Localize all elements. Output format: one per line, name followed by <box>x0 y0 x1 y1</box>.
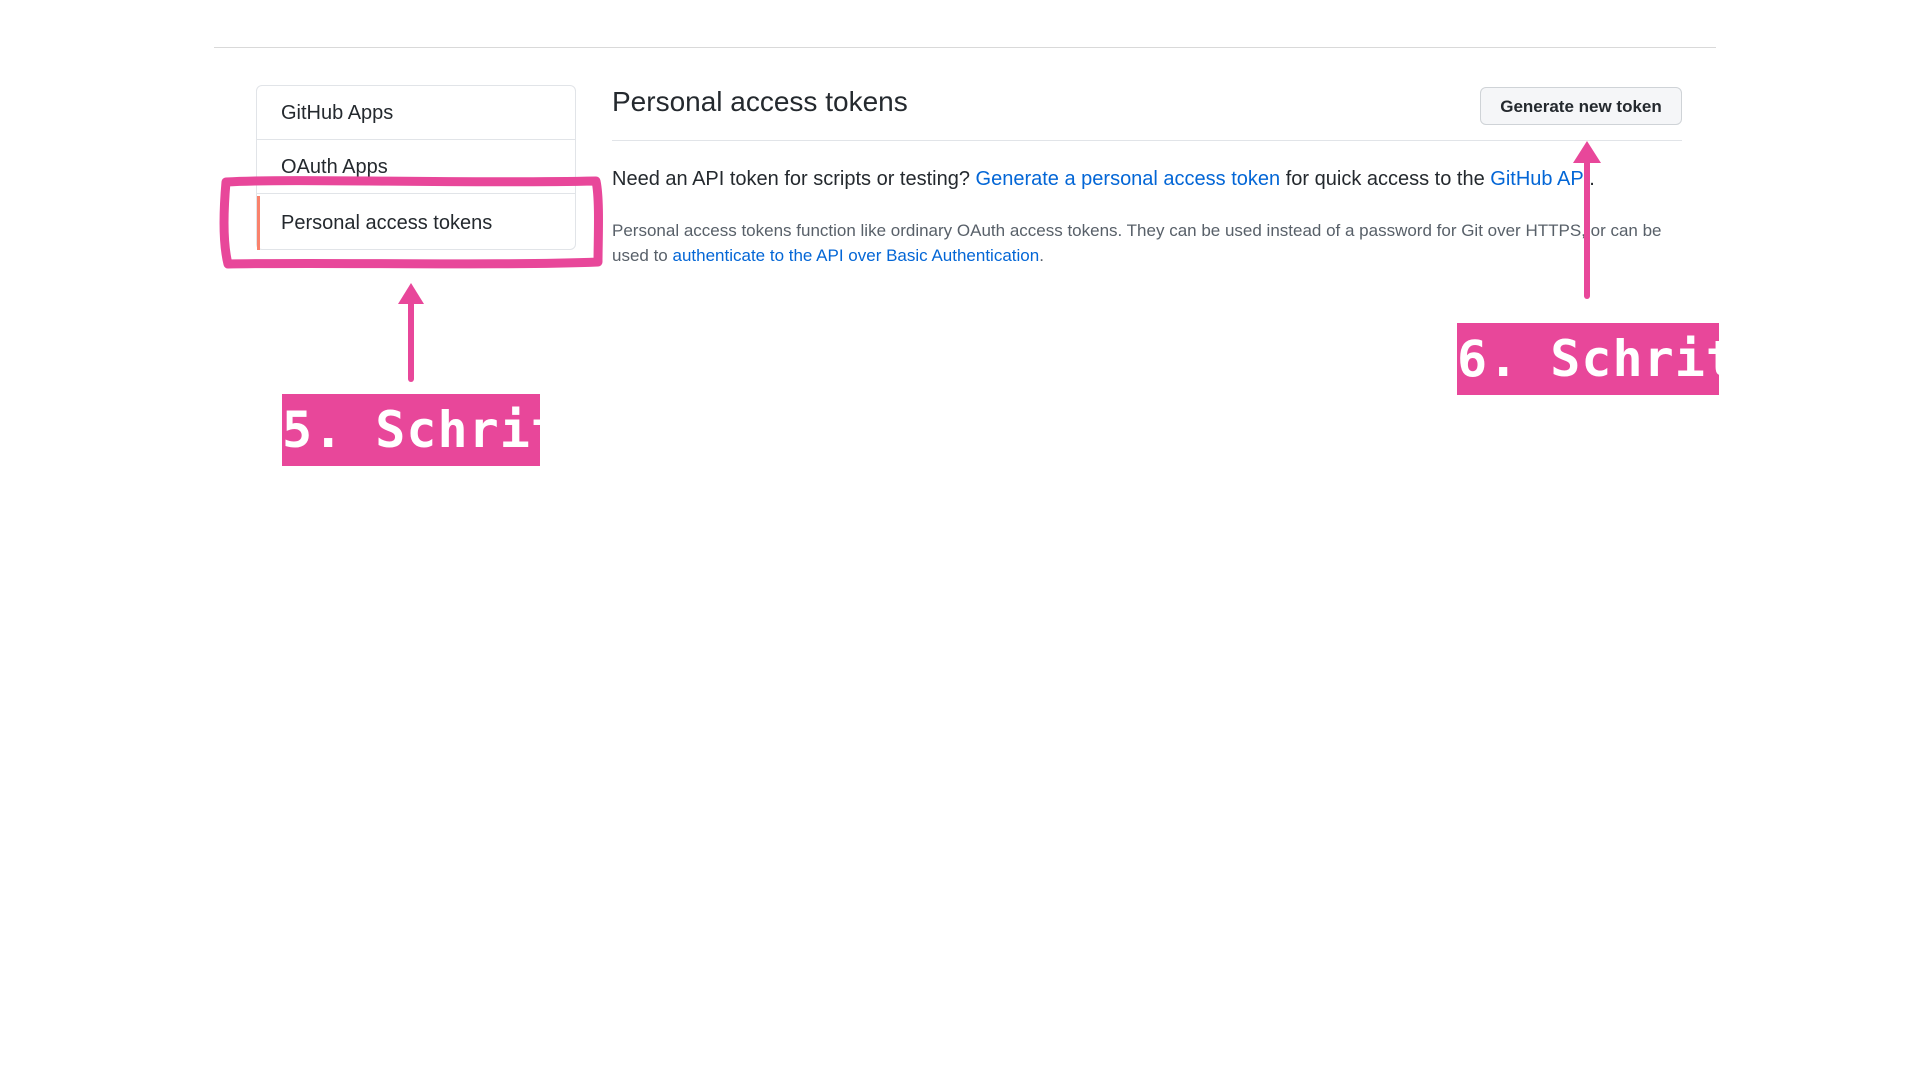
basic-auth-link[interactable]: authenticate to the API over Basic Authe… <box>673 246 1040 265</box>
sidebar-item-personal-access-tokens[interactable]: Personal access tokens <box>257 196 575 250</box>
top-divider <box>214 47 1716 48</box>
step-5-label: 5. Schritt <box>282 394 592 466</box>
sidebar-item-oauth-apps[interactable]: OAuth Apps <box>257 140 575 194</box>
page: GitHub Apps OAuth Apps Personal access t… <box>0 0 1920 1080</box>
step-6-label: 6. Schritt <box>1457 323 1767 395</box>
page-title: Personal access tokens <box>612 86 908 117</box>
lead-text-prefix: Need an API token for scripts or testing… <box>612 168 976 190</box>
token-note-paragraph: Personal access tokens function like ord… <box>612 218 1682 268</box>
lead-text-suffix: . <box>1589 168 1595 190</box>
sidebar-item-github-apps[interactable]: GitHub Apps <box>257 86 575 140</box>
lead-text-middle: for quick access to the <box>1280 168 1491 190</box>
github-api-link[interactable]: GitHub API <box>1490 168 1589 190</box>
settings-sidebar: GitHub Apps OAuth Apps Personal access t… <box>256 85 576 250</box>
header-divider <box>612 140 1682 141</box>
generate-new-token-button[interactable]: Generate new token <box>1480 87 1682 125</box>
lead-paragraph: Need an API token for scripts or testing… <box>612 165 1712 193</box>
arrow-step5-head <box>398 283 424 304</box>
note-text-suffix: . <box>1039 246 1044 265</box>
generate-token-link[interactable]: Generate a personal access token <box>976 168 1281 190</box>
arrow-step6-head <box>1573 141 1601 163</box>
